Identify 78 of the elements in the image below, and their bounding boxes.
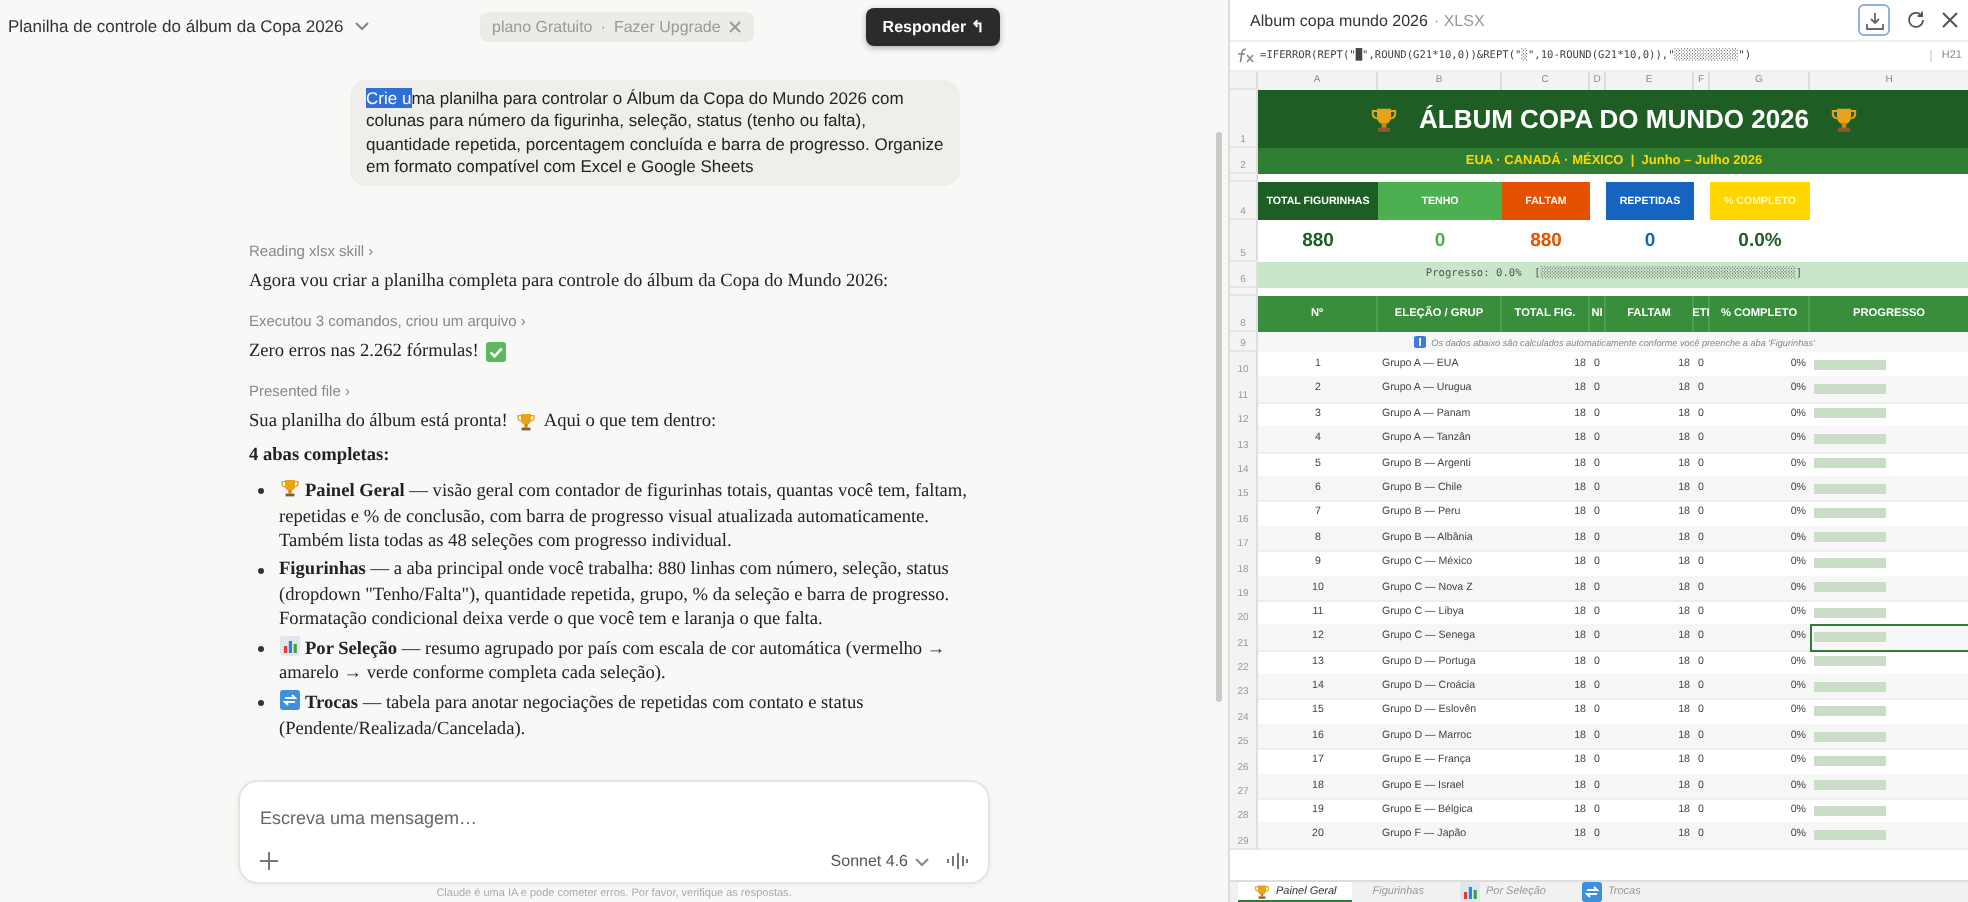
check-icon [486,342,507,363]
progress-cell[interactable] [1810,624,1968,652]
progress-cell[interactable] [1810,723,1968,751]
scrollbar[interactable] [1216,132,1222,702]
plus-icon[interactable] [260,852,278,870]
trophy-icon [1370,105,1399,133]
close-icon[interactable] [1942,12,1958,28]
bullet-icon [257,699,263,706]
progress-bar [1814,408,1886,419]
progress-cell[interactable] [1810,376,1968,404]
progress-bar [1814,483,1886,494]
separator-dot: · [600,17,606,35]
list-item-text: Por Seleção — resumo agrupado por país com escala de cor automática (vermelho → amarelo → verde conforme completa cada seleção). [279,635,948,688]
progress-bar [1814,458,1886,469]
progress-cell[interactable] [1810,773,1968,801]
plan-label: plano Gratuito [492,17,593,35]
stat-value: 0.0% [1736,228,1784,256]
chevron-down-icon [914,855,930,867]
progress-cell[interactable] [1810,674,1968,701]
progress-bar [1814,731,1886,742]
bullet-icon [257,567,263,574]
progress-bar [1814,656,1886,667]
trophy-icon [279,478,299,499]
refresh-icon[interactable] [1906,10,1926,30]
progress-bar [1814,607,1886,618]
progress-cell[interactable] [1810,475,1968,503]
progress-bar [1814,384,1886,395]
file-type: · XLSX [1433,11,1485,29]
bullet-icon [257,488,263,495]
progress-bar [1814,632,1886,642]
progress-cell[interactable] [1810,575,1968,602]
download-button[interactable] [1858,4,1890,36]
chevron-down-icon [353,20,370,32]
response-text: Sua planilha do álbum está pronta! [249,410,508,435]
user-message: Crie uma planilha para controlar o Álbum da Copa do Mundo 2026 com colunas para número da figurinha, seleção, status (tenho ou falta), quantidade repetida, porcentagem concluída e barra de progresso. Organize em formato compatível com Excel e Google Sheets [350,80,960,187]
list-item-text: Figurinhas — a aba principal onde você trabalha: 880 linhas com número, seleção, status (dropdown "Tenho/Falta"), quantidade repetida, grupo, % da seleção e barra de progresso. Formatação condicional deixa verde o que você tem e laranja o que falta. [279,557,952,634]
progress-bar [1814,582,1886,593]
trophy-icon [515,412,536,433]
progress-bar [1814,359,1886,370]
message-input[interactable]: Escreva uma mensagem… [260,808,968,828]
list-item-text: Painel Geral — visão geral com contador de figurinhas totais, quantas você tem, faltam, repetidas e % de conclusão, com barra de progresso visual atualizada automaticamente. Também lista todas as 48 seleções com progresso individual. [279,478,969,556]
progress-bar [1814,755,1886,766]
progress-bar [1814,780,1886,791]
progress-bar [1814,532,1886,543]
response-text: Zero erros nas 2.262 fórmulas! [249,340,479,365]
list-item-text: Trocas — tabela para anotar negociações de repetidas com contato e status (Pendente/Realizada/Cancelada). [279,689,866,743]
progress-bar [1814,681,1886,692]
progress-bar [1814,706,1886,717]
download-icon [1865,11,1883,29]
progress-bar [1814,805,1886,816]
response-heading: 4 abas completas: [249,444,392,469]
trophy-icon [1254,883,1270,899]
progress-bar [1814,830,1886,841]
progress-bar [1814,557,1886,568]
sheet-title: ÁLBUM COPA DO MUNDO 2026 [1418,104,1810,134]
arrows-icon [279,689,299,710]
upgrade-link[interactable]: Fazer Upgrade [613,17,721,35]
model-selector[interactable]: Sonnet 4.6 [830,852,930,870]
bullet-icon [257,645,263,652]
progress-bar [1814,433,1886,444]
progress-cell[interactable] [1810,822,1968,850]
bar-chart-icon [1459,882,1480,902]
response-text: Aqui o que tem dentro: [543,410,717,435]
progress-cell[interactable] [1810,426,1968,454]
stat-value: 0 [1432,228,1448,256]
reply-button[interactable]: Responder ↰ [866,7,1001,45]
stat-value: 880 [1300,228,1336,256]
voice-icon[interactable] [946,852,968,870]
progress-cell[interactable] [1810,525,1968,553]
function-icon [1236,48,1254,64]
response-text: Agora vou criar a planilha completa para controle do álbum da Copa do Mundo 2026: [249,270,891,295]
progress-bar [1814,508,1886,519]
stat-value: 0 [1642,228,1658,256]
stat-value: 880 [1528,228,1564,256]
trophy-icon [1829,105,1858,133]
bar-chart-icon [279,635,299,656]
conversation-title[interactable]: Planilha de controle do álbum da Copa 2026 [8,16,480,36]
file-title: Album copa mundo 2026 [1250,11,1428,29]
